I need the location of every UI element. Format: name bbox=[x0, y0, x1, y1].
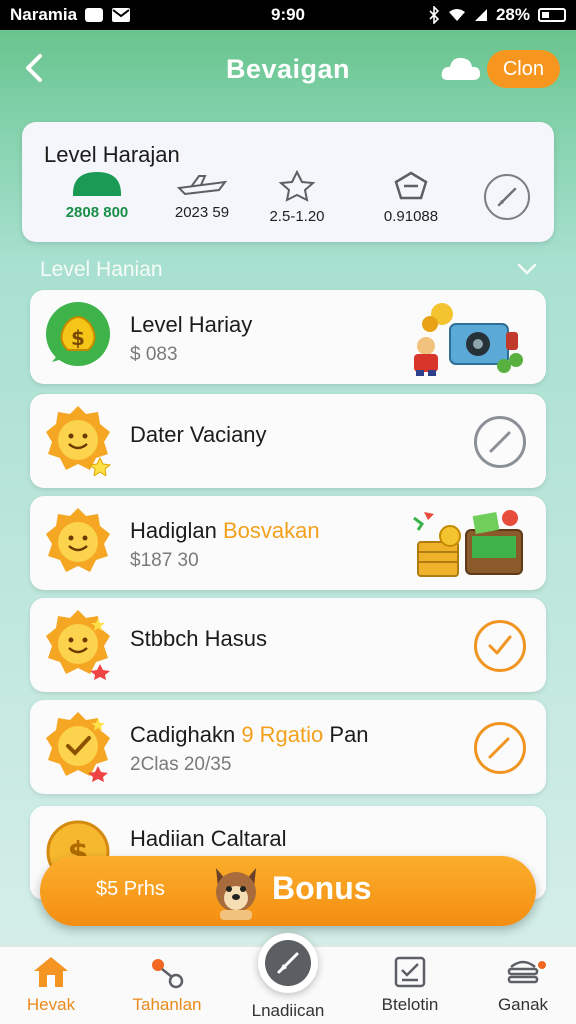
list-item-subtitle: $ 083 bbox=[130, 344, 178, 365]
list-item[interactable]: $ Level Hariay $ 083 bbox=[30, 290, 546, 384]
carrier-label: Naramia bbox=[10, 5, 78, 24]
list-item-title: Stbbch Hasus bbox=[130, 626, 267, 651]
stack-icon bbox=[507, 960, 539, 984]
level-stat-value: 2.5-1.20 bbox=[269, 208, 325, 225]
gauge-icon bbox=[73, 172, 121, 196]
bonus-button[interactable]: $5 Prhs Bonus bbox=[40, 856, 536, 926]
chevron-down-icon[interactable] bbox=[516, 262, 538, 281]
smiley-sun-icon bbox=[42, 404, 114, 478]
nav-item-share[interactable]: Tahanlan bbox=[112, 955, 222, 1015]
list-item-title: Level Hariay bbox=[130, 312, 253, 337]
nav-label[interactable]: Lnadiican bbox=[233, 1001, 343, 1021]
smiley-sun-icon bbox=[42, 506, 114, 578]
list-item[interactable]: Dater Vaciany bbox=[30, 394, 546, 488]
check-badge-icon bbox=[42, 710, 114, 782]
wifi-icon bbox=[448, 8, 466, 22]
notification-icon bbox=[85, 8, 104, 22]
list-item[interactable]: Cadighakn 9 Rgatio Pan 2Clas 20/35 bbox=[30, 700, 546, 794]
list-item-action-button[interactable] bbox=[474, 722, 526, 774]
level-stat-value: 2023 59 bbox=[174, 204, 230, 221]
home-icon bbox=[34, 957, 68, 987]
list-item[interactable]: Stbbch Hasus bbox=[30, 598, 546, 692]
bonus-prize-label: $5 Prhs bbox=[96, 878, 165, 900]
share-icon bbox=[152, 959, 184, 989]
bonus-label: Bonus bbox=[272, 870, 372, 906]
mail-icon bbox=[111, 7, 131, 23]
back-button[interactable] bbox=[16, 50, 52, 86]
nav-label: Tahanlan bbox=[132, 995, 202, 1014]
list-item-action-button[interactable] bbox=[474, 416, 526, 468]
level-stat-1[interactable]: 2808 800 bbox=[42, 170, 152, 221]
list-item-subtitle: $187 30 bbox=[130, 550, 199, 571]
list-item-subtitle: 2Clas 20/35 bbox=[130, 754, 232, 775]
compass-icon bbox=[265, 940, 311, 986]
level-stat-value: 0.91088 bbox=[383, 208, 439, 225]
money-bag-icon: $ bbox=[42, 300, 114, 372]
signal-icon bbox=[474, 8, 488, 22]
page-title: Bevaigan bbox=[225, 53, 351, 84]
level-stat-2[interactable]: 2023 59 bbox=[147, 170, 257, 221]
dog-mascot-icon bbox=[208, 862, 264, 920]
star-icon bbox=[278, 170, 316, 202]
nav-label: Btelotin bbox=[381, 995, 439, 1014]
airplane-icon bbox=[176, 175, 228, 196]
header-action-button[interactable]: Clon bbox=[486, 50, 560, 88]
edit-pencil-icon bbox=[488, 737, 510, 759]
list-item-title: Cadighakn 9 Rgatio Pan bbox=[130, 722, 369, 747]
bluetooth-icon bbox=[428, 6, 440, 24]
app-header: Bevaigan Clon bbox=[0, 30, 576, 108]
section-label: Level Hanian bbox=[40, 258, 163, 281]
nav-label: Hevak bbox=[26, 995, 76, 1014]
notification-dot bbox=[536, 959, 548, 971]
cashier-illustration-icon bbox=[406, 300, 530, 381]
level-edit-button[interactable] bbox=[484, 174, 530, 220]
level-stat-value: 2808 800 bbox=[65, 204, 129, 221]
status-bar: Naramia 9:90 28% bbox=[0, 0, 576, 30]
battery-percent: 28% bbox=[495, 5, 530, 24]
nav-center-button[interactable] bbox=[258, 933, 318, 993]
list-item-action-button[interactable] bbox=[474, 620, 526, 672]
level-stat-4[interactable]: 0.91088 bbox=[356, 170, 466, 225]
edit-pencil-icon bbox=[489, 431, 511, 453]
list-item-title: Dater Vaciany bbox=[130, 422, 267, 447]
smiley-sun-icon bbox=[42, 608, 114, 680]
status-time: 9:90 bbox=[270, 5, 306, 24]
cloud-icon[interactable] bbox=[440, 54, 482, 87]
list-item[interactable]: Hadiglan Bosvakan $187 30 bbox=[30, 496, 546, 590]
badge-icon bbox=[394, 171, 428, 200]
check-icon bbox=[488, 635, 512, 655]
edit-pencil-icon bbox=[497, 187, 517, 207]
nav-item-stack[interactable]: Ganak bbox=[468, 955, 576, 1015]
list-item-title: Hadiian Caltaral bbox=[130, 826, 287, 851]
nav-item-tasks[interactable]: Btelotin bbox=[355, 955, 465, 1015]
treasure-chest-icon bbox=[410, 506, 530, 587]
bottom-navigation: Hevak Tahanlan Lnadiican Btelotin Ganak bbox=[0, 933, 576, 1024]
level-stat-3[interactable]: 2.5-1.20 bbox=[242, 170, 352, 225]
level-summary-card: Level Harajan 2808 800 2023 59 2.5-1.20 … bbox=[22, 122, 554, 242]
checklist-icon bbox=[394, 956, 426, 988]
level-card-title: Level Harajan bbox=[44, 142, 180, 167]
list-item-title: Hadiglan Bosvakan bbox=[130, 518, 320, 543]
chevron-left-icon bbox=[26, 54, 42, 82]
svg-text:$: $ bbox=[71, 326, 85, 350]
battery-icon bbox=[538, 8, 566, 22]
nav-item-home[interactable]: Hevak bbox=[0, 955, 106, 1015]
nav-label: Ganak bbox=[497, 995, 549, 1014]
